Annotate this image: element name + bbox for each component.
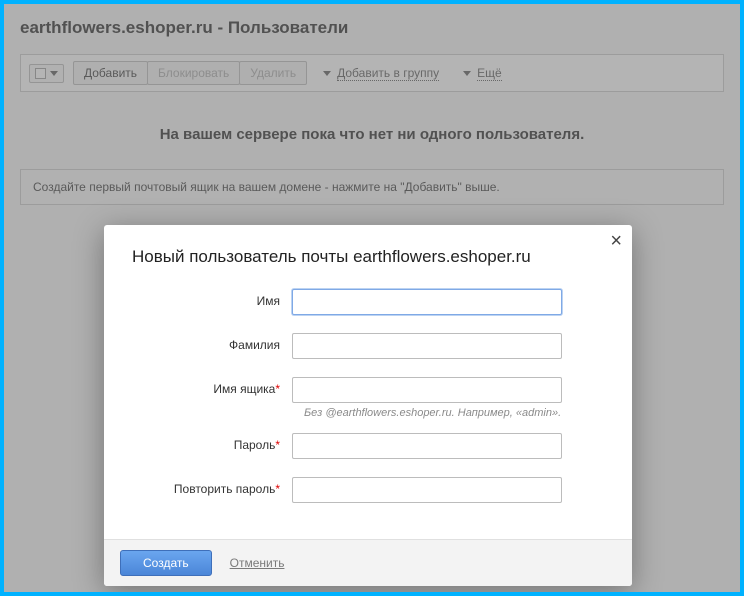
- add-button[interactable]: Добавить: [73, 61, 148, 85]
- password-repeat-input[interactable]: [292, 477, 562, 503]
- chevron-down-icon: [50, 71, 58, 76]
- first-name-input[interactable]: [292, 289, 562, 315]
- delete-button[interactable]: Удалить: [239, 61, 307, 85]
- add-to-group-label: Добавить в группу: [337, 66, 439, 81]
- create-button[interactable]: Создать: [120, 550, 212, 576]
- last-name-label: Фамилия: [132, 333, 292, 352]
- checkbox-icon: [35, 68, 46, 79]
- empty-state-message: На вашем сервере пока что нет ни одного …: [20, 126, 724, 143]
- password-input[interactable]: [292, 433, 562, 459]
- password-repeat-label: Повторить пароль*: [132, 477, 292, 496]
- add-to-group-dropdown[interactable]: Добавить в группу: [315, 62, 447, 85]
- more-dropdown[interactable]: Ещё: [455, 62, 510, 85]
- cancel-link[interactable]: Отменить: [230, 556, 285, 570]
- close-icon[interactable]: ×: [610, 231, 622, 251]
- modal-title: Новый пользователь почты earthflowers.es…: [132, 247, 604, 267]
- select-all-checkbox[interactable]: [29, 64, 64, 83]
- mailbox-helper-text: Без @earthflowers.eshoper.ru. Например, …: [304, 407, 604, 419]
- chevron-down-icon: [323, 71, 331, 76]
- new-user-modal: × Новый пользователь почты earthflowers.…: [104, 225, 632, 586]
- mailbox-label: Имя ящика*: [132, 377, 292, 396]
- chevron-down-icon: [463, 71, 471, 76]
- viewport: earthflowers.eshoper.ru - Пользователи Д…: [0, 0, 744, 596]
- last-name-input[interactable]: [292, 333, 562, 359]
- page-title: earthflowers.eshoper.ru - Пользователи: [20, 18, 724, 38]
- toolbar: Добавить Блокировать Удалить Добавить в …: [20, 54, 724, 92]
- first-name-label: Имя: [132, 289, 292, 308]
- modal-footer: Создать Отменить: [104, 539, 632, 586]
- more-label: Ещё: [477, 66, 502, 81]
- password-label: Пароль*: [132, 433, 292, 452]
- hint-banner: Создайте первый почтовый ящик на вашем д…: [20, 169, 724, 205]
- mailbox-input[interactable]: [292, 377, 562, 403]
- block-button[interactable]: Блокировать: [147, 61, 240, 85]
